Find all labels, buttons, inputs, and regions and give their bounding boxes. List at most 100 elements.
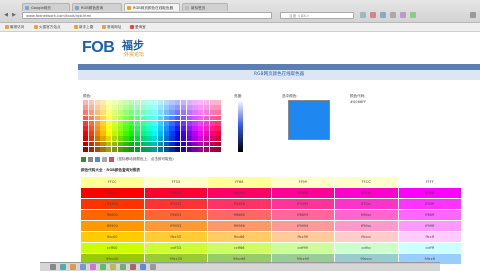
palette-swatch[interactable]	[198, 126, 204, 131]
palette-swatch[interactable]	[146, 115, 152, 121]
palette-swatch[interactable]	[192, 110, 198, 116]
palette-swatch[interactable]	[117, 146, 123, 152]
palette-swatch[interactable]	[198, 120, 204, 126]
palette-swatch[interactable]	[134, 146, 141, 152]
download-icon[interactable]	[380, 12, 386, 18]
palette-swatch[interactable]	[203, 136, 210, 142]
palette-swatch[interactable]	[209, 126, 215, 131]
palette-swatch[interactable]	[198, 131, 204, 136]
palette-swatch[interactable]	[169, 131, 175, 136]
app-icon[interactable]	[60, 264, 66, 270]
palette-swatch[interactable]	[106, 100, 112, 105]
palette-swatch[interactable]	[140, 126, 146, 131]
palette-swatch[interactable]	[157, 100, 164, 105]
palette-swatch[interactable]	[88, 131, 95, 136]
bookmark-3[interactable]: 新手上路	[74, 24, 93, 30]
firefox-dock-icon[interactable]	[70, 264, 76, 270]
home-icon[interactable]	[390, 12, 396, 18]
palette-swatch[interactable]	[100, 120, 106, 126]
palette-swatch[interactable]	[163, 105, 169, 110]
palette-swatch[interactable]	[198, 136, 204, 142]
palette-swatch[interactable]	[169, 115, 175, 121]
palette-swatch[interactable]	[134, 126, 141, 131]
palette-swatch[interactable]	[163, 110, 169, 116]
finder-icon[interactable]	[50, 264, 56, 270]
color-cell[interactable]: ff3399	[270, 198, 335, 210]
palette-swatch[interactable]	[203, 115, 210, 121]
palette-swatch[interactable]	[180, 126, 187, 131]
palette-swatch[interactable]	[106, 126, 112, 131]
palette-swatch[interactable]	[140, 105, 146, 110]
palette-swatch[interactable]	[157, 115, 164, 121]
palette-swatch[interactable]	[152, 105, 158, 110]
palette-swatch[interactable]	[209, 141, 215, 147]
palette-swatch[interactable]	[203, 110, 210, 116]
palette-swatch[interactable]	[163, 136, 169, 142]
palette-swatch[interactable]	[180, 105, 187, 110]
palette-swatch[interactable]	[134, 141, 141, 147]
brightness-slider[interactable]	[238, 100, 243, 152]
color-cell[interactable]: ff33ff	[397, 198, 462, 210]
palette-swatch[interactable]	[88, 105, 95, 110]
palette-swatch[interactable]	[198, 115, 204, 121]
palette-swatch[interactable]	[129, 141, 135, 147]
palette-swatch[interactable]	[186, 146, 192, 152]
palette-swatch[interactable]	[198, 110, 204, 116]
palette-swatch[interactable]	[83, 136, 89, 142]
palette-swatch[interactable]	[169, 126, 175, 131]
palette-swatch[interactable]	[134, 120, 141, 126]
palette-swatch[interactable]	[140, 115, 146, 121]
palette-swatch[interactable]	[106, 146, 112, 152]
color-cell[interactable]: ff9999	[270, 220, 335, 232]
palette-swatch[interactable]	[111, 146, 118, 152]
palette-swatch[interactable]	[83, 105, 89, 110]
palette-swatch[interactable]	[198, 100, 204, 105]
palette-swatch[interactable]	[129, 131, 135, 136]
palette-swatch[interactable]	[94, 141, 100, 147]
palette-swatch[interactable]	[140, 110, 146, 116]
palette-swatch[interactable]	[180, 136, 187, 142]
palette-swatch[interactable]	[163, 131, 169, 136]
color-cell[interactable]: ff0099	[270, 187, 335, 199]
palette-swatch[interactable]	[152, 100, 158, 105]
palette-swatch[interactable]	[203, 141, 210, 147]
palette-swatch[interactable]	[163, 146, 169, 152]
palette-swatch[interactable]	[209, 136, 215, 142]
palette-swatch[interactable]	[88, 100, 95, 105]
app-icon[interactable]	[130, 264, 136, 270]
bookmark-4[interactable]: 常用网址	[102, 24, 121, 30]
palette-swatch[interactable]	[169, 110, 175, 116]
palette-swatch[interactable]	[209, 146, 215, 152]
palette-swatch[interactable]	[123, 120, 129, 126]
palette-swatch[interactable]	[169, 141, 175, 147]
palette-swatch[interactable]	[134, 115, 141, 121]
palette-swatch[interactable]	[152, 115, 158, 121]
palette-swatch[interactable]	[152, 136, 158, 142]
palette-swatch[interactable]	[129, 146, 135, 152]
palette-swatch[interactable]	[163, 141, 169, 147]
palette-swatch[interactable]	[134, 136, 141, 142]
palette-swatch[interactable]	[186, 110, 192, 116]
palette-swatch[interactable]	[157, 110, 164, 116]
color-cell[interactable]: ccff99	[270, 242, 335, 254]
palette-swatch[interactable]	[203, 120, 210, 126]
color-cell[interactable]: ff99cc	[334, 220, 399, 232]
palette-swatch[interactable]	[117, 141, 123, 147]
palette-swatch[interactable]	[157, 126, 164, 131]
tab-1[interactable]: Google网页	[22, 3, 70, 11]
palette-swatch[interactable]	[111, 115, 118, 121]
palette-swatch[interactable]	[100, 110, 106, 116]
palette-swatch[interactable]	[83, 131, 89, 136]
palette-swatch[interactable]	[169, 136, 175, 142]
palette-swatch[interactable]	[123, 115, 129, 121]
palette-swatch[interactable]	[198, 146, 204, 152]
palette-swatch[interactable]	[100, 115, 106, 121]
palette-swatch[interactable]	[186, 105, 192, 110]
palette-swatch[interactable]	[203, 131, 210, 136]
palette-swatch[interactable]	[123, 105, 129, 110]
palette-swatch[interactable]	[83, 141, 89, 147]
palette-swatch[interactable]	[192, 141, 198, 147]
palette-swatch[interactable]	[152, 120, 158, 126]
forward-button[interactable]: ▶	[11, 12, 17, 19]
palette-swatch[interactable]	[88, 146, 95, 152]
